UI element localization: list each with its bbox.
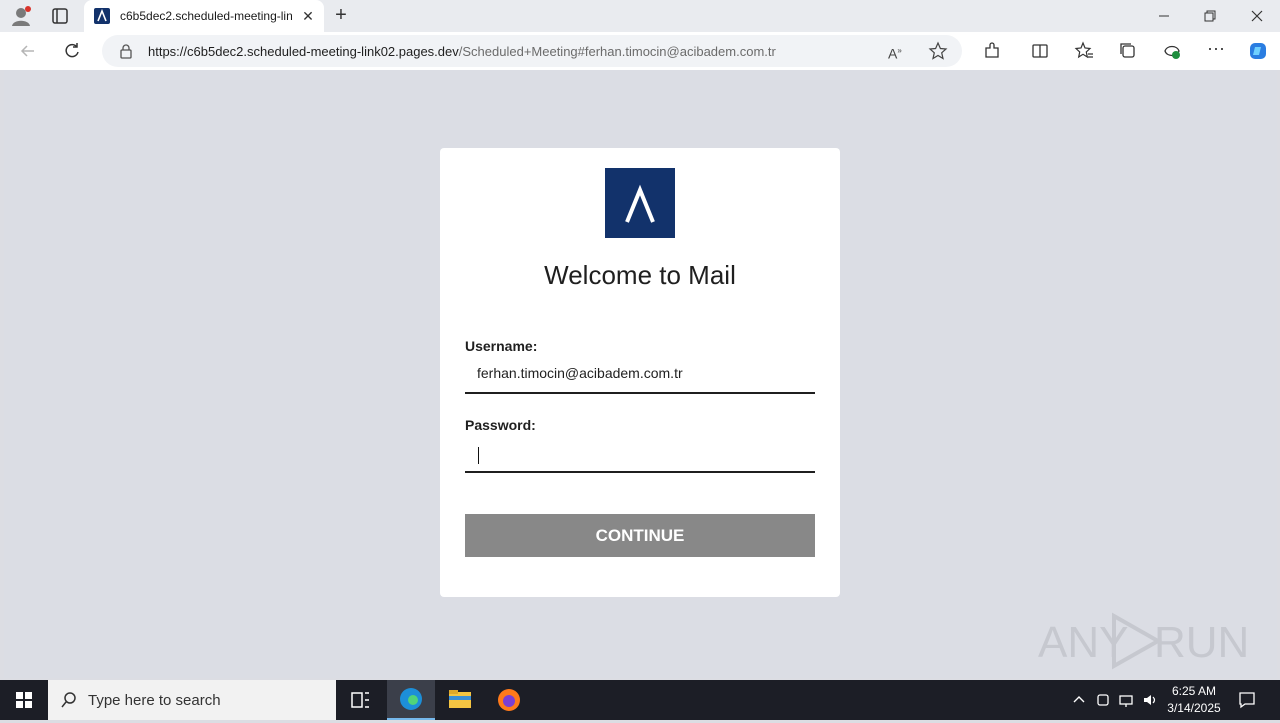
- split-screen-icon[interactable]: [1030, 41, 1050, 61]
- profile-avatar-icon[interactable]: [10, 5, 32, 27]
- address-bar[interactable]: https://c6b5dec2.scheduled-meeting-link0…: [102, 35, 962, 67]
- watermark-right: RUN: [1154, 618, 1250, 667]
- meet-now-icon[interactable]: [1094, 691, 1112, 709]
- more-menu-icon[interactable]: ···: [1206, 39, 1226, 61]
- collections-icon[interactable]: [1118, 41, 1138, 61]
- page-content: Welcome to Mail Username: Password: CONT…: [4, 70, 1277, 678]
- browser-tab-bar: c6b5dec2.scheduled-meeting-link02.pages.…: [0, 0, 1280, 32]
- minimize-icon[interactable]: [1154, 6, 1174, 26]
- refresh-icon[interactable]: [62, 41, 82, 61]
- extensions-icon[interactable]: [982, 41, 1002, 61]
- task-view-icon[interactable]: [336, 680, 384, 720]
- new-tab-icon[interactable]: +: [330, 4, 352, 26]
- back-arrow-icon[interactable]: [18, 41, 38, 61]
- brand-logo-icon: [605, 168, 675, 238]
- clock-date: 3/14/2025: [1167, 701, 1221, 715]
- url-path: /Scheduled+Meeting#ferhan.timocin@acibad…: [458, 44, 776, 59]
- windows-start-icon[interactable]: [0, 680, 48, 720]
- browser-essentials-icon[interactable]: [1162, 41, 1182, 61]
- login-card: Welcome to Mail Username: Password: CONT…: [440, 148, 840, 597]
- clock-time: 6:25 AM: [1171, 684, 1217, 698]
- url-text[interactable]: https://c6b5dec2.scheduled-meeting-link0…: [148, 44, 776, 59]
- copilot-icon[interactable]: [1248, 41, 1268, 61]
- username-label: Username:: [465, 338, 538, 354]
- read-aloud-icon[interactable]: A»: [888, 41, 908, 62]
- site-favicon-icon: [94, 8, 110, 24]
- notifications-icon[interactable]: [1237, 690, 1257, 710]
- read-aloud-label: A: [888, 45, 898, 62]
- close-window-icon[interactable]: [1247, 6, 1267, 26]
- url-host: https://c6b5dec2.scheduled-meeting-link0…: [148, 44, 459, 59]
- show-hidden-icons-chevron-icon[interactable]: [1070, 691, 1088, 709]
- system-clock[interactable]: 6:25 AM 3/14/2025: [1166, 683, 1222, 717]
- firefox-icon[interactable]: [485, 680, 533, 720]
- favorite-star-icon[interactable]: [928, 41, 948, 61]
- password-label: Password:: [465, 417, 536, 433]
- volume-icon[interactable]: [1141, 691, 1159, 709]
- read-aloud-sup: »: [897, 46, 902, 55]
- password-field[interactable]: [465, 433, 815, 473]
- username-field[interactable]: [465, 354, 815, 394]
- restore-icon[interactable]: [1200, 6, 1220, 26]
- tab-actions-icon[interactable]: [50, 6, 70, 26]
- network-icon[interactable]: [1117, 691, 1135, 709]
- active-tab[interactable]: c6b5dec2.scheduled-meeting-link02.pages.…: [84, 0, 324, 32]
- browser-toolbar: https://c6b5dec2.scheduled-meeting-link0…: [0, 32, 1280, 70]
- file-explorer-icon[interactable]: [436, 680, 484, 720]
- search-icon: [61, 692, 76, 708]
- lock-icon[interactable]: [118, 43, 134, 59]
- favorites-icon[interactable]: [1074, 41, 1094, 61]
- tab-title: c6b5dec2.scheduled-meeting-link02.pages.…: [120, 9, 292, 23]
- continue-button[interactable]: CONTINUE: [465, 514, 815, 557]
- taskbar: Type here to search 6:25 AM 3/14/2025: [0, 680, 1280, 720]
- search-placeholder: Type here to search: [88, 692, 221, 709]
- taskbar-search[interactable]: Type here to search: [48, 680, 336, 720]
- page-title: Welcome to Mail: [544, 260, 736, 290]
- text-cursor: [478, 447, 479, 464]
- anyrun-watermark: ANY RUN: [1038, 608, 1249, 670]
- edge-taskbar-icon[interactable]: [387, 680, 435, 720]
- tab-close-icon[interactable]: ✕: [300, 8, 316, 24]
